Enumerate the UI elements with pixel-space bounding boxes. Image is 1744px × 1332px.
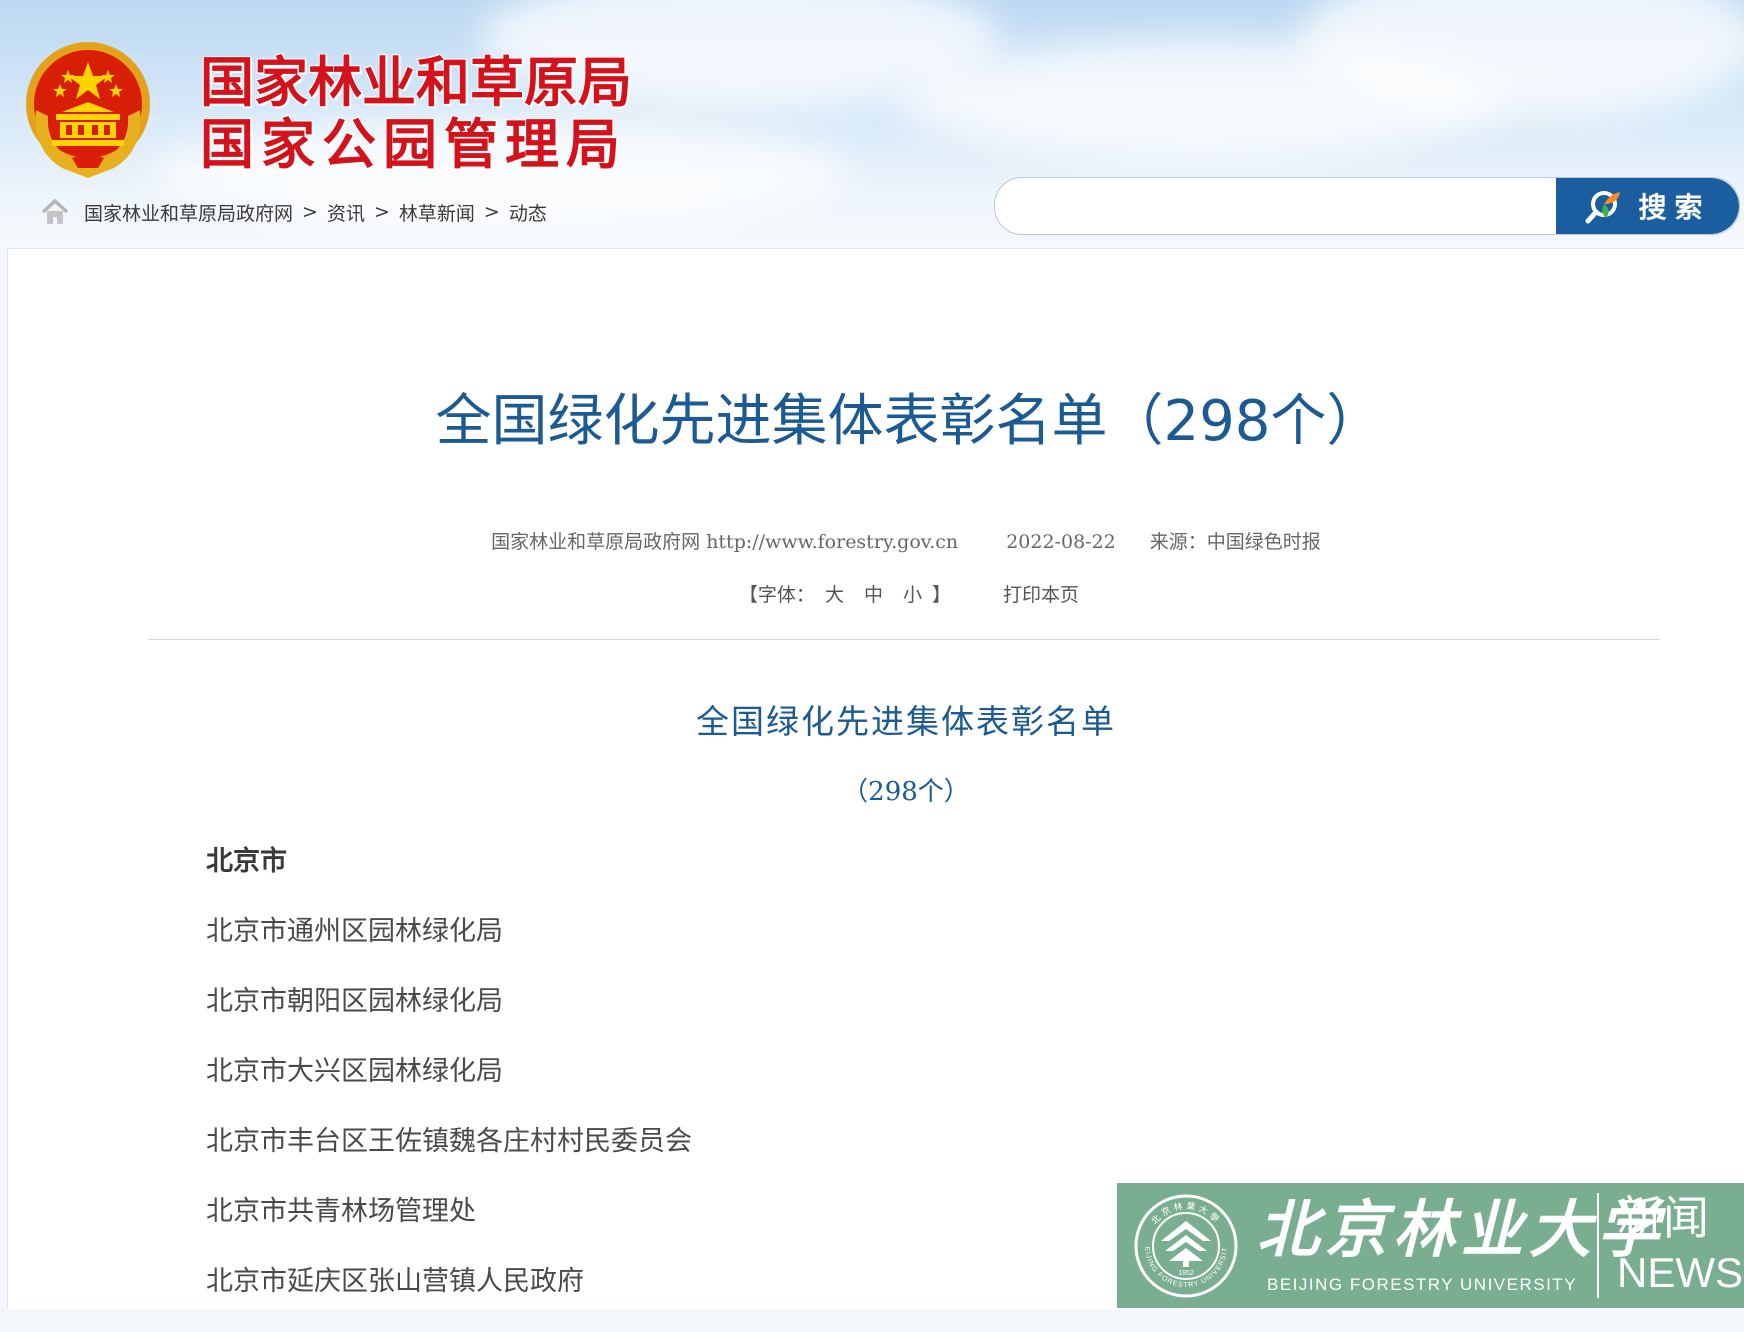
breadcrumb-item-forest-news[interactable]: 林草新闻 xyxy=(399,199,475,226)
site-title[interactable]: 国家林业和草原局 国家公园管理局 xyxy=(200,52,632,176)
search-input[interactable] xyxy=(995,178,1555,232)
list-item: 北京市丰台区王佐镇魏各庄村村民委员会 xyxy=(206,1126,692,1157)
meta-date: 2022-08-22 xyxy=(1006,531,1116,553)
breadcrumb-item-home[interactable]: 国家林业和草原局政府网 xyxy=(84,199,293,226)
site-title-line2: 国家公园管理局 xyxy=(200,113,627,176)
news-label-en: NEWS xyxy=(1617,1249,1743,1296)
breadcrumb-separator: > xyxy=(483,201,500,223)
article-tools: 【字体： 大中小】 打印本页 xyxy=(0,581,1744,609)
font-size-medium-button[interactable]: 中 xyxy=(864,584,883,606)
list-item: 北京市延庆区张山营镇人民政府 xyxy=(206,1266,584,1297)
seal-year: 1952 xyxy=(1178,1270,1194,1277)
meta-source: 来源：中国绿色时报 xyxy=(1149,531,1321,553)
site-title-line1: 国家林业和草原局 xyxy=(200,51,632,114)
awardee-list: 北京市 北京市通州区园林绿化局 北京市朝阳区园林绿化局 北京市大兴区园林绿化局 … xyxy=(206,842,692,1332)
meta-url[interactable]: http://www.forestry.gov.cn xyxy=(706,531,958,553)
watermark-divider xyxy=(1597,1193,1599,1298)
article-meta: 国家林业和草原局政府网 http://www.forestry.gov.cn 20… xyxy=(0,528,1744,556)
search-box: 搜索 xyxy=(994,177,1740,235)
university-seal-icon: 北京林業大學 BEIJING FORESTRY UNIVERSITY 1952 xyxy=(1133,1193,1238,1298)
list-item: 北京市通州区园林绿化局 xyxy=(206,916,503,947)
search-button-label: 搜索 xyxy=(1638,191,1711,224)
content-divider xyxy=(148,639,1660,640)
university-watermark: 北京林業大學 BEIJING FORESTRY UNIVERSITY 1952 … xyxy=(1117,1183,1744,1308)
national-emblem-icon[interactable] xyxy=(22,40,154,180)
body-count: （298个） xyxy=(842,777,970,807)
home-icon[interactable] xyxy=(40,197,70,227)
font-size-label-open: 【字体： xyxy=(738,584,815,606)
university-name-cn: 北京林业大学 xyxy=(1257,1193,1666,1266)
breadcrumb-item-news[interactable]: 资讯 xyxy=(327,199,365,226)
region-heading: 北京市 xyxy=(206,846,287,877)
search-button[interactable]: 搜索 xyxy=(1556,178,1739,234)
site-header: 国家林业和草原局 国家公园管理局 国家林业和草原局政府网 > 资讯 > 林草新闻… xyxy=(0,0,1744,248)
search-icon xyxy=(1585,191,1621,224)
breadcrumb-separator: > xyxy=(302,201,318,223)
list-item: 北京市大兴区园林绿化局 xyxy=(206,1056,503,1087)
font-size-label-close: 】 xyxy=(931,584,951,606)
university-name-en: BEIJING FORESTRY UNIVERSITY xyxy=(1267,1275,1578,1294)
font-size-large-button[interactable]: 大 xyxy=(825,584,844,606)
print-page-button[interactable]: 打印本页 xyxy=(1003,584,1079,606)
breadcrumb-separator: > xyxy=(373,201,390,223)
body-title: 全国绿化先进集体表彰名单 xyxy=(696,702,1116,741)
list-item: 北京市共青林场管理处 xyxy=(206,1196,476,1227)
breadcrumb: 国家林业和草原局政府网 > 资讯 > 林草新闻 > 动态 xyxy=(40,196,547,228)
breadcrumb-item-updates[interactable]: 动态 xyxy=(509,199,547,226)
list-item: 北京市朝阳区园林绿化局 xyxy=(206,986,503,1017)
meta-site: 国家林业和草原局政府网 xyxy=(491,531,701,553)
news-label-cn: 新闻 xyxy=(1617,1191,1709,1245)
font-size-small-button[interactable]: 小 xyxy=(903,584,922,606)
article-title: 全国绿化先进集体表彰名单（298个） xyxy=(435,389,1383,454)
